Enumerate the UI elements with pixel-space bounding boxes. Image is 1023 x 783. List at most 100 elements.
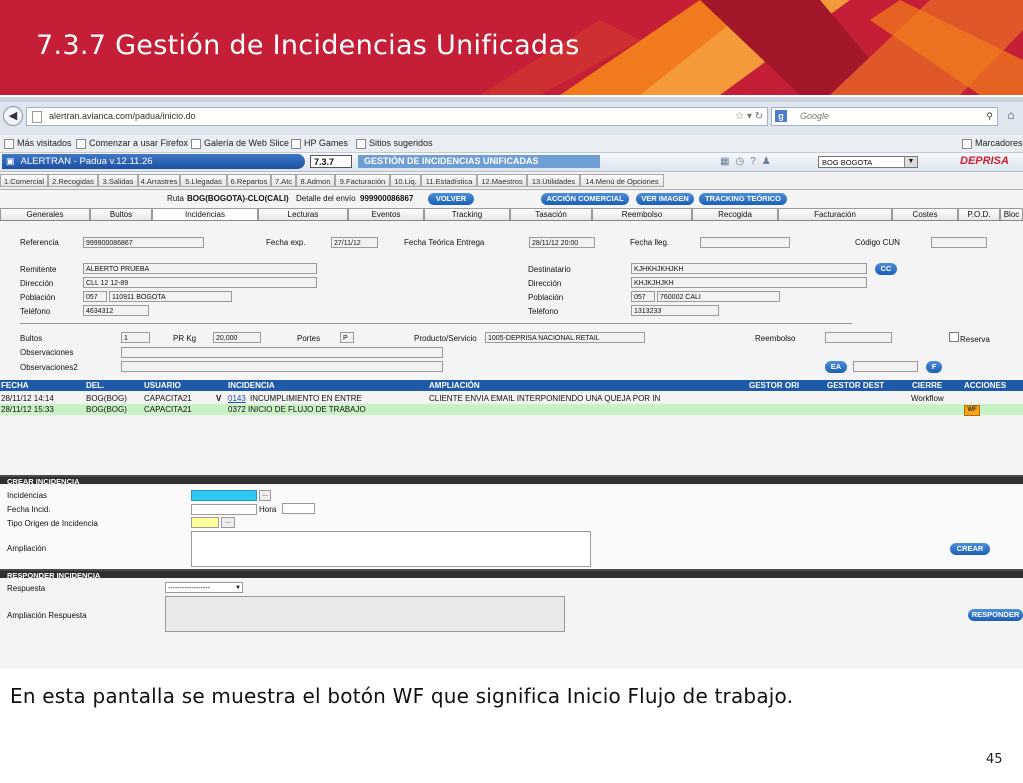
tab-eventos[interactable]: Eventos — [348, 208, 424, 220]
tab-tracking[interactable]: Tracking — [424, 208, 510, 220]
menu-tab-atc[interactable]: 7.Atc — [271, 174, 296, 187]
producto-field[interactable]: 1005-DEPRISA NACIONAL RETAIL — [485, 332, 645, 343]
tab-facturacion[interactable]: Facturación — [778, 208, 892, 220]
menu-code-input[interactable]: 7.3.7 — [310, 155, 352, 168]
ea-button[interactable]: EA — [825, 361, 847, 373]
slide-caption: En esta pantalla se muestra el botón WF … — [10, 684, 794, 708]
menu-tab-opciones[interactable]: 14.Menú de Opciones — [580, 174, 664, 187]
table-row[interactable]: 28/11/12 14:14 BOG(BOG) CAPACITA21 V 014… — [0, 393, 1023, 404]
tipo-origen-lookup-button[interactable]: ... — [221, 517, 235, 528]
menu-tab-maestros[interactable]: 12.Maestros — [477, 174, 527, 187]
incidence-code-link[interactable]: 0143 — [228, 393, 246, 404]
back-button[interactable]: ◀ — [3, 106, 23, 126]
bookmark-sitios[interactable]: Sitios sugeridos — [356, 135, 433, 152]
observaciones2-field[interactable] — [121, 361, 443, 372]
tab-tasacion[interactable]: Tasación — [510, 208, 592, 220]
fecha-incid-input[interactable] — [191, 504, 257, 515]
fecha-lleg-field[interactable] — [700, 237, 790, 248]
bultos-field[interactable]: 1 — [121, 332, 150, 343]
referencia-field[interactable]: 999900086867 — [83, 237, 204, 248]
reserva-label: Reserva — [960, 335, 990, 344]
poblacion-rem-field[interactable]: 110911 BOGOTA — [109, 291, 232, 302]
responder-button[interactable]: RESPONDER — [968, 609, 1023, 621]
menu-tab-facturacion[interactable]: 9.Facturación — [335, 174, 390, 187]
ampliacion-respuesta-textarea[interactable] — [165, 596, 565, 632]
reembolso-label: Reembolso — [755, 334, 796, 343]
reembolso-field[interactable] — [825, 332, 892, 343]
tab-reembolso[interactable]: Reembolso — [592, 208, 692, 220]
search-input[interactable]: g Google ⚲ — [771, 107, 998, 126]
page-number: 45 — [986, 752, 1003, 767]
remitente-field[interactable]: ALBERTO PRUEBA — [83, 263, 317, 274]
incidencias-lookup-button[interactable]: ... — [259, 490, 271, 501]
telefono-rem-field[interactable]: 4634312 — [83, 305, 149, 316]
calendar-icon: ▦ — [720, 156, 736, 167]
menu-tab-admon[interactable]: 8.Admon — [296, 174, 335, 187]
menu-tab-repartos[interactable]: 6.Repartos — [227, 174, 271, 187]
poblacion-dest-field[interactable]: 760002 CALI — [657, 291, 780, 302]
destinatario-field[interactable]: KJHKHJKHJKH — [631, 263, 867, 274]
respuesta-select[interactable]: ------------------ ▼ — [165, 582, 243, 593]
ampliacion-textarea[interactable] — [191, 531, 591, 567]
tab-lecturas[interactable]: Lecturas — [258, 208, 348, 220]
menu-tab-arrastres[interactable]: 4.Arrastres — [138, 174, 180, 187]
col-gestor-ori: GESTOR ORI — [749, 381, 800, 390]
tab-bultos[interactable]: Bultos — [90, 208, 152, 220]
tab-recogida[interactable]: Recogida — [692, 208, 778, 220]
tab-costes[interactable]: Costes — [892, 208, 958, 220]
pr-kg-field[interactable]: 20,000 — [213, 332, 261, 343]
bookmarks-menu[interactable]: Marcadores — [962, 135, 1023, 152]
cc-button[interactable]: CC — [875, 263, 897, 275]
home-icon[interactable]: ⌂ — [1002, 107, 1020, 124]
bultos-label: Bultos — [20, 334, 43, 343]
menu-tab-estadistica[interactable]: 11.Estadística — [421, 174, 477, 187]
portes-field[interactable]: P — [340, 332, 354, 343]
menu-tab-comercial[interactable]: 1.Comercial — [0, 174, 48, 187]
incidencias-input[interactable] — [191, 490, 257, 501]
office-select[interactable]: BOG BOGOTA ▼ — [818, 156, 918, 168]
tab-bloc[interactable]: Bloc — [1000, 208, 1023, 220]
bookmark-star-icon[interactable]: ☆ ▾ ↻ — [735, 108, 763, 125]
bookmark-most-visited[interactable]: Más visitados — [4, 135, 72, 152]
reserva-checkbox[interactable] — [949, 332, 959, 342]
ver-imagen-button[interactable]: VER IMAGEN — [636, 193, 694, 205]
menu-tab-utilidades[interactable]: 13.Utilidades — [527, 174, 580, 187]
bookmark-hp-games[interactable]: HP Games — [291, 135, 348, 152]
bookmark-firefox[interactable]: Comenzar a usar Firefox — [76, 135, 188, 152]
tracking-teorico-button[interactable]: TRACKING TEÓRICO — [699, 193, 787, 205]
menu-tab-salidas[interactable]: 3.Salidas — [98, 174, 138, 187]
direccion-rem-field[interactable]: CLL 12 12-89 — [83, 277, 317, 288]
responder-incidencia-header: RESPONDER INCIDENCIA — [0, 569, 1023, 580]
menu-tab-liq[interactable]: 10.Liq. — [390, 174, 421, 187]
fecha-teorica-label: Fecha Teórica Entrega — [404, 238, 485, 247]
producto-label: Producto/Servicio — [414, 334, 477, 343]
telefono-dest-field[interactable]: 1313233 — [631, 305, 719, 316]
accion-comercial-button[interactable]: ACCIÓN COMERCIAL — [541, 193, 629, 205]
tab-generales[interactable]: Generales — [0, 208, 90, 220]
fecha-exp-field[interactable]: 27/11/12 — [331, 237, 378, 248]
ea-field[interactable] — [853, 361, 918, 372]
table-row[interactable]: 28/11/12 15:33 BOG(BOG) CAPACITA21 0372 … — [0, 404, 1023, 416]
fecha-incid-label: Fecha Incid. — [7, 505, 51, 514]
volver-button[interactable]: VOLVER — [428, 193, 474, 205]
bookmark-web-slice[interactable]: Galería de Web Slice — [191, 135, 289, 152]
wf-button[interactable]: WF — [964, 405, 980, 416]
crear-button[interactable]: CREAR — [950, 543, 990, 555]
direccion-dest-field[interactable]: KHJKJHJKH — [631, 277, 867, 288]
observaciones-field[interactable] — [121, 347, 443, 358]
fecha-teorica-field[interactable]: 28/11/12 20:00 — [529, 237, 595, 248]
codigo-cun-field[interactable] — [931, 237, 987, 248]
poblacion-dest-code[interactable]: 057 — [631, 291, 655, 302]
search-icon[interactable]: ⚲ — [986, 108, 993, 125]
address-bar[interactable]: alertran.avianca.com/padua/inicio.do ☆ ▾… — [26, 107, 768, 126]
hora-input[interactable] — [282, 503, 315, 514]
header-icons[interactable]: ▦◷?♟ — [720, 155, 777, 168]
f-button[interactable]: F — [926, 361, 942, 373]
menu-tab-recogidas[interactable]: 2.Recogidas — [48, 174, 98, 187]
poblacion-rem-code[interactable]: 057 — [83, 291, 107, 302]
poblacion-dest-label: Población — [528, 293, 564, 302]
menu-tab-llegadas[interactable]: 5.Llegadas — [180, 174, 227, 187]
tab-pod[interactable]: P.O.D. — [958, 208, 1000, 220]
tab-incidencias[interactable]: Incidencias — [152, 208, 258, 220]
tipo-origen-input[interactable] — [191, 517, 219, 528]
